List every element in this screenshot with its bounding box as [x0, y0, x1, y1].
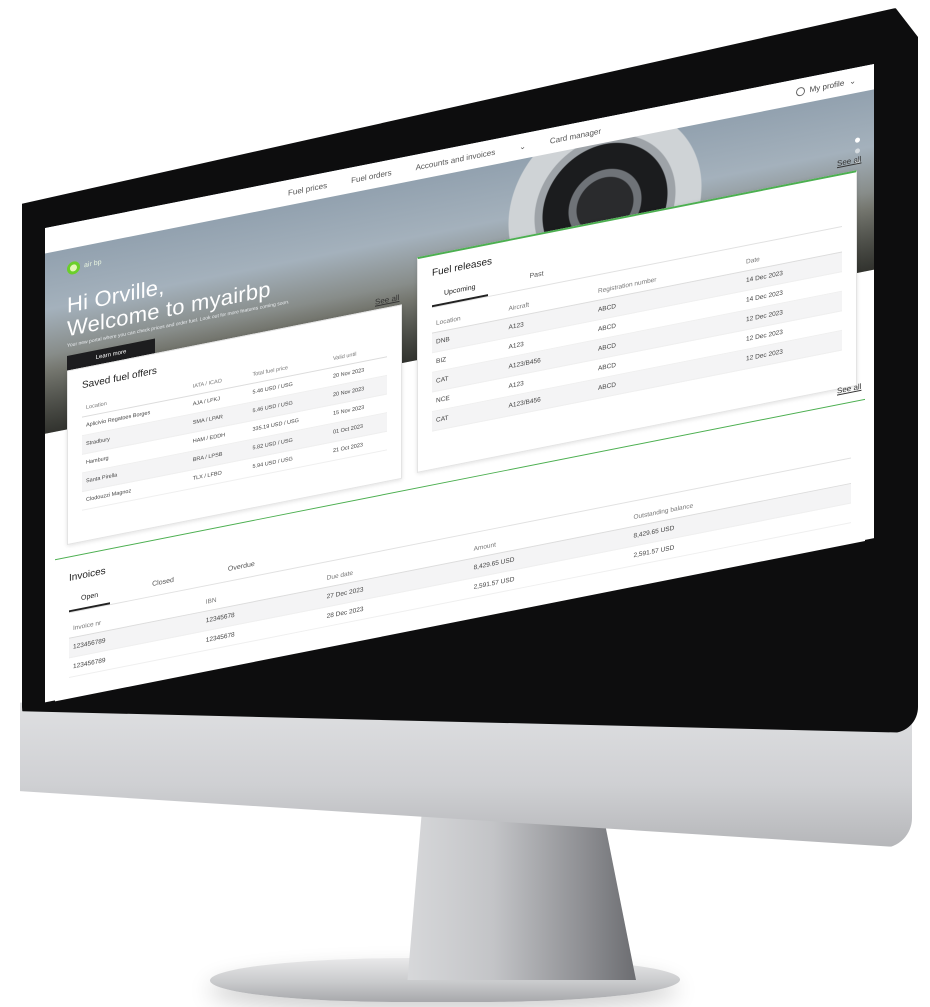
tab-past[interactable]: Past	[518, 264, 556, 290]
nav-card-manager[interactable]: Card manager	[550, 126, 601, 145]
carousel-dot[interactable]	[855, 147, 860, 154]
nav-fuel-orders[interactable]: Fuel orders	[351, 168, 391, 185]
offers-table: Location IATA / ICAO Total fuel price Va…	[82, 340, 387, 511]
tab-upcoming[interactable]: Upcoming	[432, 277, 488, 308]
logo-icon	[67, 260, 80, 276]
profile-menu[interactable]: My profile ⌄	[795, 75, 856, 97]
nav-fuel-prices[interactable]: Fuel prices	[288, 180, 327, 197]
carousel-dot[interactable]	[855, 137, 860, 144]
chevron-down-icon[interactable]: ⌄	[519, 141, 526, 151]
tab-open[interactable]: Open	[69, 585, 111, 613]
web-app: Fuel prices Fuel orders Accounts and inv…	[45, 64, 874, 703]
logo-text: air bp	[84, 258, 102, 270]
tab-overdue[interactable]: Overdue	[216, 555, 267, 584]
tab-closed[interactable]: Closed	[140, 571, 186, 599]
user-icon	[795, 85, 805, 97]
monitor-stand-neck	[407, 812, 636, 980]
chevron-down-icon: ⌄	[849, 75, 856, 86]
profile-label: My profile	[809, 78, 845, 94]
